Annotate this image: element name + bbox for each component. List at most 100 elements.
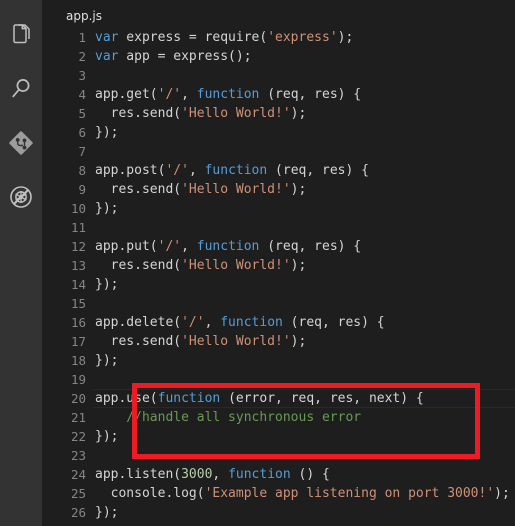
line-number: 2 xyxy=(78,49,86,64)
line-number: 3 xyxy=(78,68,86,83)
code-token: res.send( xyxy=(95,182,182,197)
code-token: , xyxy=(181,239,197,254)
code-line-text: //handle all synchronous error xyxy=(95,408,361,427)
line-number: 23 xyxy=(70,448,86,463)
line-number: 16 xyxy=(70,315,86,330)
code-token: (req, res) { xyxy=(259,239,362,254)
activity-item-explorer[interactable] xyxy=(0,8,42,62)
code-token: express = require( xyxy=(118,30,268,45)
code-token: '/' xyxy=(157,239,182,254)
activity-item-run-debug[interactable] xyxy=(0,170,42,224)
code-line[interactable]: 16 app.delete('/', function (req, res) { xyxy=(42,313,515,332)
editor-pane[interactable]: app.js 1 var express = require('express')… xyxy=(42,0,515,526)
code-token: res.send( xyxy=(95,106,182,121)
activity-bar xyxy=(0,0,42,526)
code-line[interactable]: 24 app.listen(3000, function () { xyxy=(42,465,515,484)
code-token: , xyxy=(181,87,197,102)
code-line[interactable]: 25 console.log('Example app listening on… xyxy=(42,484,515,503)
breadcrumb[interactable]: app.js xyxy=(66,6,102,26)
code-token: app.get( xyxy=(95,87,158,102)
line-number: 11 xyxy=(70,220,86,235)
line-number: 9 xyxy=(78,182,86,197)
code-token: 'Hello World!' xyxy=(181,258,291,273)
code-token: var xyxy=(95,49,119,64)
code-line[interactable]: 10}); xyxy=(42,199,515,218)
code-token: }); xyxy=(95,201,119,216)
code-line[interactable]: 17 res.send('Hello World!'); xyxy=(42,332,515,351)
code-token: (req, res) { xyxy=(267,163,369,178)
code-token: app.post( xyxy=(95,163,166,178)
code-token: }); xyxy=(95,125,119,140)
line-number: 10 xyxy=(70,201,86,216)
line-number: 12 xyxy=(70,239,86,254)
code-token: 'Hello World!' xyxy=(181,334,291,349)
code-line[interactable]: 11 xyxy=(42,218,515,237)
code-line[interactable]: 20 app.use(function (error, req, res, nex… xyxy=(42,389,515,408)
code-line-text: app.put('/', function (req, res) { xyxy=(95,237,361,256)
code-token: '/' xyxy=(181,315,205,330)
code-line[interactable]: 5 res.send('Hello World!'); xyxy=(42,104,515,123)
code-line-text: var express = require('express'); xyxy=(95,28,353,47)
search-icon xyxy=(9,77,33,101)
code-line[interactable]: 23 xyxy=(42,446,515,465)
code-line[interactable]: 9 res.send('Hello World!'); xyxy=(42,180,515,199)
code-editor-content[interactable]: 1 var express = require('express'); 2 var a… xyxy=(42,28,515,526)
line-number: 18 xyxy=(70,353,86,368)
code-line[interactable]: 2 var app = express(); xyxy=(42,47,515,66)
code-token: }); xyxy=(95,505,119,520)
code-line[interactable]: 6}); xyxy=(42,123,515,142)
code-token: var xyxy=(95,30,119,45)
code-line[interactable]: 19 xyxy=(42,370,515,389)
line-number: 14 xyxy=(70,277,86,292)
code-line[interactable]: 22}); xyxy=(42,427,515,446)
code-token: , xyxy=(204,315,221,330)
code-token: ); xyxy=(337,30,354,45)
code-line[interactable]: 3 xyxy=(42,66,515,85)
code-line-text: }); xyxy=(95,503,118,522)
code-token: 3000 xyxy=(181,467,213,482)
code-token: , xyxy=(212,467,229,482)
code-line[interactable]: 15 xyxy=(42,294,515,313)
code-line[interactable]: 14}); xyxy=(42,275,515,294)
code-token: //handle all synchronous error xyxy=(95,410,362,425)
line-number: 4 xyxy=(78,87,86,102)
code-line-text: }); xyxy=(95,427,118,446)
code-line[interactable]: 1 var express = require('express'); xyxy=(42,28,515,47)
line-number: 25 xyxy=(70,486,86,501)
code-token: res.send( xyxy=(95,258,182,273)
code-line[interactable]: 13 res.send('Hello World!'); xyxy=(42,256,515,275)
code-line[interactable]: 26}); xyxy=(42,503,515,522)
code-line[interactable]: 8 app.post('/', function (req, res) { xyxy=(42,161,515,180)
code-line[interactable]: 21 //handle all synchronous error xyxy=(42,408,515,427)
code-token: ); xyxy=(290,334,307,349)
code-line[interactable]: 18}); xyxy=(42,351,515,370)
line-number: 15 xyxy=(70,296,86,311)
code-line-text: app.use(function (error, req, res, next)… xyxy=(95,389,424,408)
code-token: '/' xyxy=(157,87,182,102)
line-number: 26 xyxy=(70,505,86,520)
code-line[interactable]: 12 app.put('/', function (req, res) { xyxy=(42,237,515,256)
line-number: 13 xyxy=(70,258,86,273)
code-line-text: res.send('Hello World!'); xyxy=(95,332,307,351)
code-line-text: app.get('/', function (req, res) { xyxy=(95,85,361,104)
source-control-icon xyxy=(8,130,34,156)
vscode-window: app.js 1 var express = require('express')… xyxy=(0,0,515,526)
code-line[interactable]: 4 app.get('/', function (req, res) { xyxy=(42,85,515,104)
code-line-text: }); xyxy=(95,123,118,142)
line-number: 8 xyxy=(78,163,86,178)
code-token: (error, req, res, next) { xyxy=(220,391,424,406)
files-explorer-icon xyxy=(10,23,32,47)
code-token: ); xyxy=(494,486,510,501)
line-number: 22 xyxy=(70,429,86,444)
code-line-text: res.send('Hello World!'); xyxy=(95,256,307,275)
line-number: 19 xyxy=(70,372,86,387)
code-line-text: res.send('Hello World!'); xyxy=(95,104,307,123)
code-token: app = express(); xyxy=(118,49,252,64)
code-line-text: console.log('Example app listening on po… xyxy=(95,484,510,503)
activity-item-search[interactable] xyxy=(0,62,42,116)
line-number: 6 xyxy=(78,125,86,140)
code-token: 'Example app listening on port 3000!' xyxy=(204,486,495,501)
code-token: app.delete( xyxy=(95,315,182,330)
activity-item-source-control[interactable] xyxy=(0,116,42,170)
code-line[interactable]: 7 xyxy=(42,142,515,161)
